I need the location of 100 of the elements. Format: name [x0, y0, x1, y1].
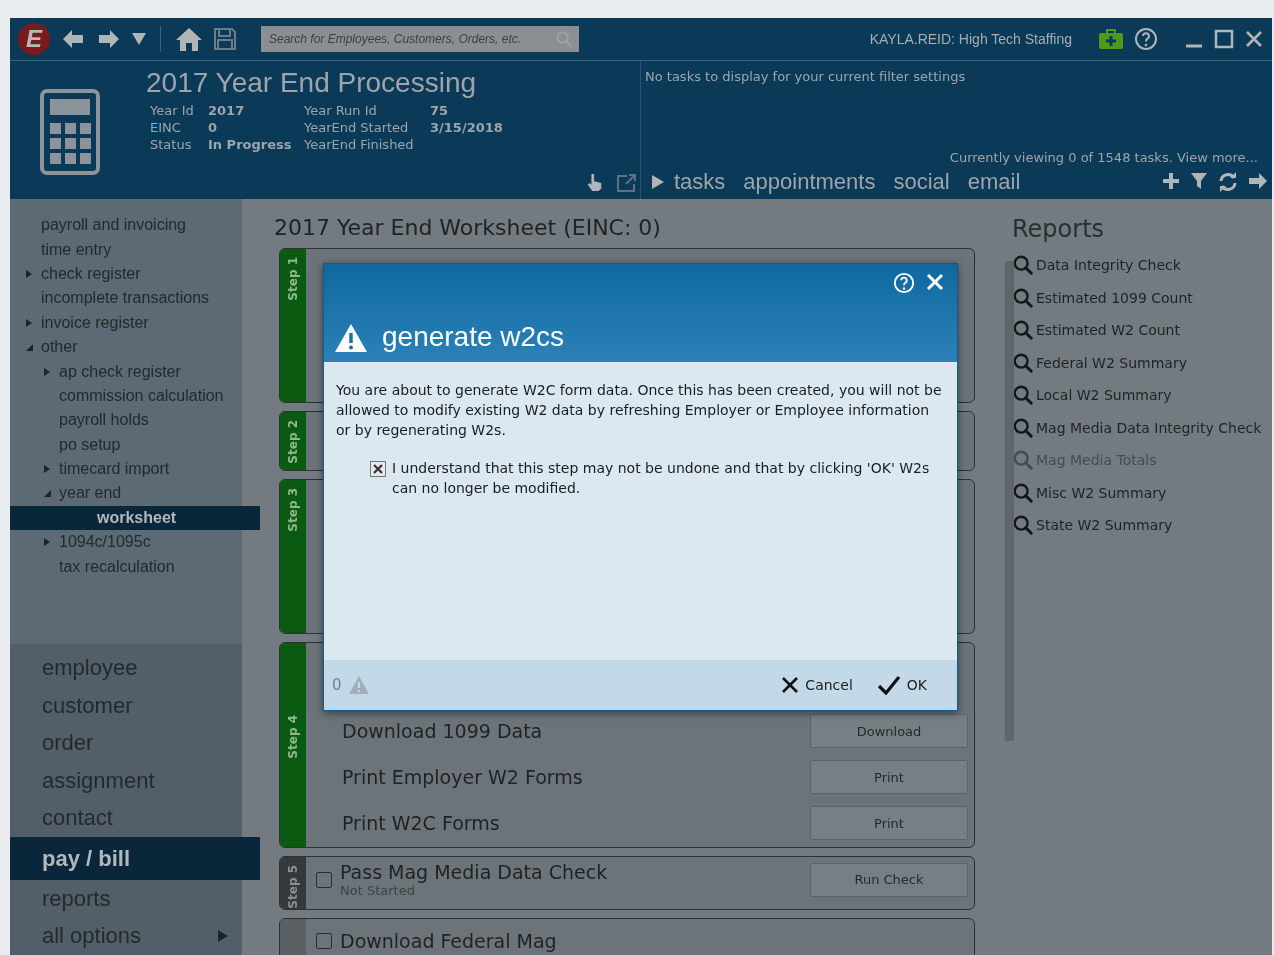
- nav-item[interactable]: employee: [10, 649, 242, 687]
- step-checkbox[interactable]: [316, 932, 332, 949]
- forward-arrow-icon[interactable]: [96, 27, 122, 51]
- magnifier-icon: [1012, 319, 1034, 342]
- magnifier-icon: [1012, 351, 1034, 374]
- field-value: 2017: [208, 103, 246, 118]
- report-link[interactable]: Estimated 1099 Count: [1012, 281, 1272, 314]
- dialog-message: You are about to generate W2C form data. Once this has been created, you will not be allowed to modify existing W2 data by refreshing Employer or Employee information or by regenerating W2s.: [336, 381, 943, 440]
- field-label: EINC: [150, 120, 182, 135]
- help-icon[interactable]: [1134, 27, 1158, 51]
- report-link[interactable]: Local W2 Summary: [1012, 379, 1272, 412]
- field-value: In Progress: [208, 137, 293, 152]
- field-label: Status: [150, 137, 193, 152]
- caret-icon: [42, 537, 52, 548]
- scrollbar[interactable]: [1005, 261, 1014, 741]
- report-link[interactable]: Federal W2 Summary: [1012, 346, 1272, 379]
- save-icon[interactable]: [213, 27, 237, 51]
- close-icon[interactable]: [1244, 29, 1264, 49]
- confirm-checkbox[interactable]: [370, 461, 386, 477]
- tree-item[interactable]: ap check register: [10, 359, 242, 384]
- tree-item[interactable]: payroll holds: [10, 408, 242, 433]
- tree-item[interactable]: invoice register: [10, 310, 242, 335]
- task-button[interactable]: Run Check: [810, 862, 968, 897]
- tree-item[interactable]: payroll and invoicing: [10, 213, 242, 238]
- task-button[interactable]: Print: [810, 806, 968, 840]
- tree-item[interactable]: tax recalculation: [10, 554, 242, 579]
- tree-item[interactable]: incomplete transactions: [10, 286, 242, 311]
- play-icon[interactable]: [651, 174, 665, 190]
- ok-button[interactable]: OK: [872, 671, 931, 699]
- worksheet-title: 2017 Year End Worksheet (EINC: 0): [274, 215, 662, 240]
- tree-item[interactable]: po setup: [10, 432, 242, 457]
- caret-icon: [42, 464, 52, 475]
- caret-icon: [24, 268, 34, 279]
- report-link[interactable]: Mag Media Data Integrity Check: [1012, 411, 1272, 444]
- task-button[interactable]: Download: [810, 714, 968, 748]
- add-icon[interactable]: [1162, 172, 1180, 190]
- tree-item[interactable]: check register: [10, 261, 242, 287]
- panel-tab[interactable]: tasks: [665, 169, 735, 195]
- nav-item[interactable]: assignment: [10, 762, 242, 800]
- step-checkbox[interactable]: [316, 871, 332, 888]
- field-value: 0: [208, 120, 219, 135]
- step-label: Step 1: [286, 257, 300, 301]
- calculator-icon: [40, 89, 100, 175]
- tree-item[interactable]: worksheet: [10, 505, 260, 531]
- medical-case-icon[interactable]: [1098, 28, 1124, 50]
- user-company-label: KAYLA.REID: High Tech Staffing: [869, 31, 1072, 47]
- step-label: Step 3: [286, 488, 300, 532]
- filter-icon[interactable]: [1190, 172, 1208, 190]
- pointer-hand-icon[interactable]: [586, 173, 604, 193]
- search-field[interactable]: Search for Employees, Customers, Orders, etc.: [261, 26, 579, 52]
- tree-item[interactable]: 1094c/1095c: [10, 530, 242, 555]
- report-link[interactable]: Data Integrity Check: [1012, 249, 1272, 282]
- field-label: Year Run Id: [304, 103, 378, 118]
- warning-icon: [347, 675, 370, 695]
- panel-tab[interactable]: appointments: [734, 169, 885, 195]
- app-logo[interactable]: E: [18, 23, 50, 55]
- step-label: Step 5: [286, 865, 300, 909]
- task-button[interactable]: Print: [810, 760, 968, 794]
- tree-item[interactable]: commission calculation: [10, 383, 242, 409]
- tree-item[interactable]: year end: [10, 481, 242, 506]
- nav-item[interactable]: pay / bill: [10, 837, 260, 880]
- magnifier-icon: [1012, 481, 1034, 504]
- confirm-label: I understand that this step may not be undone and that by clicking 'OK' W2s can no longer be modified.: [392, 459, 931, 498]
- x-mark-icon: [373, 464, 383, 474]
- panel-tab[interactable]: email: [958, 169, 1030, 195]
- x-icon: [781, 676, 800, 694]
- tasks-empty-message: No tasks to display for your current filter settings: [645, 69, 967, 84]
- maximize-icon[interactable]: [1214, 29, 1234, 49]
- tree-item[interactable]: other: [10, 334, 242, 360]
- task-title: Print Employer W2 Forms: [342, 766, 584, 788]
- report-link[interactable]: Misc W2 Summary: [1012, 476, 1272, 509]
- magnifier-icon: [1012, 514, 1034, 537]
- view-more-link[interactable]: Currently viewing 0 of 1548 tasks. View more...: [949, 150, 1258, 165]
- checkmark-icon: [876, 675, 901, 695]
- nav-item[interactable]: all options: [10, 917, 242, 955]
- magnifier-icon: [1012, 416, 1034, 439]
- nav-item[interactable]: customer: [10, 687, 242, 725]
- cancel-button[interactable]: Cancel: [777, 671, 857, 699]
- report-link[interactable]: Estimated W2 Count: [1012, 314, 1272, 347]
- panel-tab[interactable]: social: [884, 169, 959, 195]
- magnifier-icon: [1012, 384, 1034, 407]
- report-link[interactable]: State W2 Summary: [1012, 509, 1272, 542]
- magnifier-icon: [1012, 254, 1034, 277]
- tree-item[interactable]: timecard import: [10, 456, 242, 482]
- magnifier-icon: [1012, 286, 1034, 309]
- refresh-icon[interactable]: [1218, 172, 1238, 192]
- external-link-icon[interactable]: [616, 173, 638, 193]
- nav-item[interactable]: reports: [10, 880, 242, 918]
- nav-item[interactable]: order: [10, 724, 242, 762]
- home-icon[interactable]: [175, 26, 203, 52]
- tree-item[interactable]: time entry: [10, 237, 242, 262]
- step-label: Step 2: [286, 420, 300, 464]
- caret-icon: [24, 317, 34, 328]
- caret-icon: [42, 366, 52, 377]
- task-title: Print W2C Forms: [342, 812, 501, 834]
- nav-item[interactable]: contact: [10, 799, 242, 837]
- dropdown-caret-icon[interactable]: [132, 33, 146, 45]
- task-title: Download Federal Mag: [340, 929, 558, 952]
- right-arrow-icon[interactable]: [1248, 172, 1268, 190]
- reports-title: Reports: [1012, 215, 1106, 243]
